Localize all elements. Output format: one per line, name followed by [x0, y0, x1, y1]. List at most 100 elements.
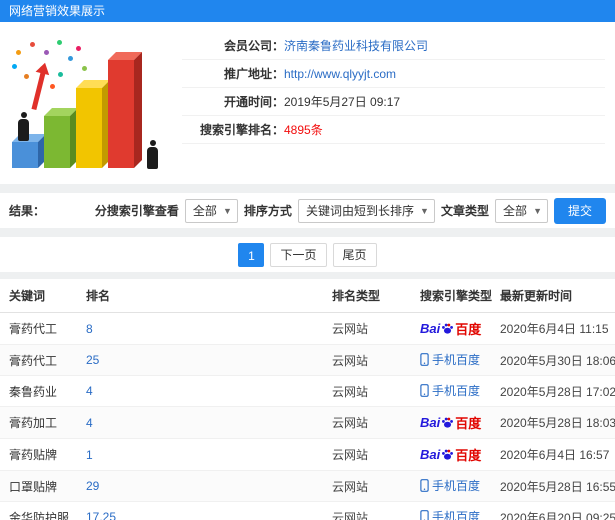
- engine-rank-number: 4895: [284, 123, 311, 137]
- updated-time-cell: 2020年5月28日 16:55: [496, 470, 615, 502]
- submit-button[interactable]: 提交: [553, 197, 606, 224]
- baidu-logo: Bai 百度: [420, 415, 482, 431]
- updated-time-cell: 2020年5月28日 17:02: [496, 375, 615, 407]
- keyword-cell: 金华防护服: [0, 501, 82, 520]
- company-row: 会员公司： 济南秦鲁药业科技有限公司: [182, 32, 605, 60]
- company-link[interactable]: 济南秦鲁药业科技有限公司: [284, 37, 428, 54]
- rank-link[interactable]: 25: [86, 353, 99, 367]
- engine-cell: 手机百度: [416, 344, 496, 376]
- promo-url-label: 推广地址：: [223, 67, 284, 81]
- confetti-dot: [44, 50, 49, 55]
- rank-cell: 4: [82, 375, 328, 407]
- keyword-cell: 膏药代工: [0, 344, 82, 376]
- last-page-button[interactable]: 尾页: [332, 242, 377, 267]
- rank-type-cell: 云网站: [328, 438, 416, 471]
- growth-arrow: [31, 71, 46, 111]
- engine-rank-label: 搜索引擎排名：: [199, 123, 284, 137]
- open-time-row: 开通时间： 2019年5月27日 09:17: [182, 88, 605, 116]
- mobile-baidu-badge: 手机百度: [420, 508, 480, 520]
- engine-filter-value: 全部: [192, 203, 217, 218]
- baidu-paw-icon: [442, 449, 454, 460]
- rank-type-cell: 云网站: [328, 406, 416, 439]
- confetti-dot: [16, 50, 21, 55]
- chevron-down-icon: ▼: [223, 205, 232, 216]
- sort-label: 排序方式: [243, 204, 292, 218]
- col-header-engine-type: 搜索引擎类型: [416, 279, 496, 313]
- engine-cell: 手机百度: [416, 375, 496, 407]
- rank-type-cell: 云网站: [328, 501, 416, 520]
- chart-bar-yellow: [76, 88, 102, 168]
- rank-cell: 1: [82, 438, 328, 471]
- updated-time-cell: 2020年6月20日 09:25: [496, 501, 615, 520]
- mobile-phone-icon: [420, 510, 429, 520]
- confetti-dot: [30, 42, 35, 47]
- keyword-cell: 膏药代工: [0, 312, 82, 345]
- col-header-rank-type: 排名类型: [328, 279, 416, 313]
- article-type-select[interactable]: 全部 ▼: [494, 198, 548, 223]
- engine-filter-label: 分搜索引擎查看: [94, 204, 179, 218]
- article-type-label: 文章类型: [440, 204, 489, 218]
- updated-time-cell: 2020年6月4日 11:15: [496, 312, 615, 345]
- rank-type-cell: 云网站: [328, 312, 416, 345]
- rank-link[interactable]: 8: [86, 322, 93, 336]
- chart-bar-blue: [12, 142, 38, 168]
- rank-link[interactable]: 17,25: [86, 510, 116, 520]
- page-title: 网络营销效果展示: [0, 0, 615, 22]
- table-row: 口罩贴牌 29 云网站 手机百度 2020年5月28日 16:55: [0, 470, 615, 502]
- page-button-current[interactable]: 1: [238, 242, 265, 267]
- confetti-dot: [24, 74, 29, 79]
- bar-chart-illustration: [0, 22, 182, 184]
- sort-select[interactable]: 关键词由短到长排序 ▼: [297, 198, 435, 223]
- engine-cell: Bai 百度: [416, 406, 496, 439]
- engine-cell: 手机百度: [416, 501, 496, 520]
- updated-time-cell: 2020年5月30日 18:06: [496, 344, 615, 376]
- article-type-value: 全部: [502, 203, 527, 218]
- filter-bar: 结果： 分搜索引擎查看 全部 ▼ 排序方式 关键词由短到长排序 ▼ 文章类型 全部 ▼…: [0, 193, 615, 228]
- mobile-phone-icon: [420, 353, 429, 366]
- chevron-down-icon: ▼: [533, 205, 542, 216]
- keyword-cell: 膏药加工: [0, 406, 82, 439]
- next-page-button[interactable]: 下一页: [270, 242, 327, 267]
- rank-link[interactable]: 4: [86, 384, 93, 398]
- rank-link[interactable]: 1: [86, 448, 93, 462]
- engine-filter-select[interactable]: 全部 ▼: [184, 198, 238, 223]
- mobile-baidu-badge: 手机百度: [420, 351, 480, 368]
- keyword-cell: 秦鲁药业: [0, 375, 82, 407]
- rank-cell: 25: [82, 344, 328, 376]
- businessman-figure: [17, 112, 30, 142]
- table-row: 膏药代工 25 云网站 手机百度 2020年5月30日 18:06: [0, 344, 615, 376]
- updated-time-cell: 2020年5月28日 18:03: [496, 406, 615, 439]
- pagination: 1 下一页 尾页: [0, 237, 615, 272]
- member-panel: 会员公司： 济南秦鲁药业科技有限公司 推广地址： http://www.qlyy…: [0, 22, 615, 184]
- confetti-dot: [68, 56, 73, 61]
- col-header-rank: 排名: [82, 279, 328, 313]
- table-row: 秦鲁药业 4 云网站 手机百度 2020年5月28日 17:02: [0, 375, 615, 407]
- result-label: 结果：: [9, 204, 46, 218]
- rank-link[interactable]: 4: [86, 416, 93, 430]
- engine-rank-row: 搜索引擎排名： 4895条: [182, 116, 605, 144]
- table-row: 金华防护服 17,25 云网站 手机百度 2020年6月20日 09:25: [0, 501, 615, 520]
- engine-cell: Bai 百度: [416, 438, 496, 471]
- rank-type-cell: 云网站: [328, 344, 416, 376]
- chart-bar-green: [44, 116, 70, 168]
- member-info: 会员公司： 济南秦鲁药业科技有限公司 推广地址： http://www.qlyy…: [182, 22, 615, 184]
- rank-link[interactable]: 29: [86, 479, 99, 493]
- rank-type-cell: 云网站: [328, 375, 416, 407]
- company-label: 会员公司：: [223, 39, 284, 53]
- filter-controls: 分搜索引擎查看 全部 ▼ 排序方式 关键词由短到长排序 ▼ 文章类型 全部 ▼ 提交: [94, 197, 606, 224]
- keyword-table: 关键词 排名 排名类型 搜索引擎类型 最新更新时间 膏药代工 8 云网站 Bai 百度 2…: [0, 279, 615, 520]
- promo-url-link[interactable]: http://www.qlyyjt.com: [284, 67, 396, 81]
- businessman-figure: [146, 140, 159, 170]
- rank-cell: 8: [82, 312, 328, 345]
- table-row: 膏药加工 4 云网站 Bai 百度 2020年5月28日 18:03: [0, 406, 615, 439]
- baidu-logo: Bai 百度: [420, 321, 482, 337]
- open-time-label: 开通时间：: [223, 95, 284, 109]
- col-header-updated: 最新更新时间: [496, 279, 615, 313]
- confetti-dot: [12, 64, 17, 69]
- col-header-keyword: 关键词: [0, 279, 82, 313]
- baidu-paw-icon: [442, 323, 454, 334]
- sort-value: 关键词由短到长排序: [305, 203, 414, 218]
- keyword-cell: 口罩贴牌: [0, 470, 82, 502]
- mobile-phone-icon: [420, 384, 429, 397]
- rank-cell: 17,25: [82, 501, 328, 520]
